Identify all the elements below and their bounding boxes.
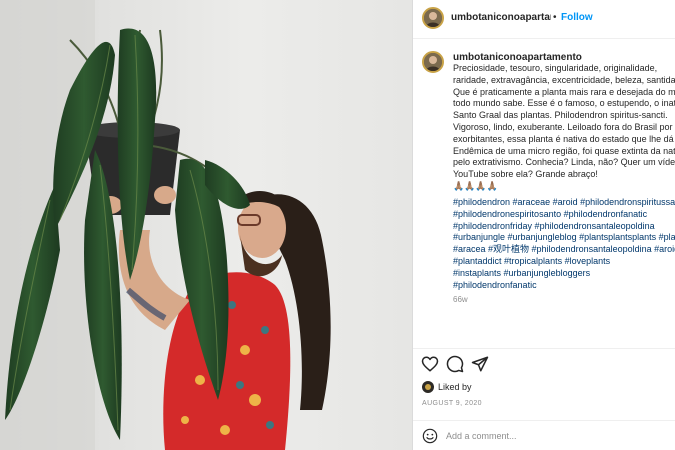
instagram-post: umbotaniconoapartame • Follow umbotanico… — [0, 0, 675, 450]
hashtag-line[interactable]: #instaplants #urbanjunglebloggers — [453, 268, 675, 280]
header-username[interactable]: umbotaniconoapartame — [451, 12, 551, 23]
caption-text: Preciosidade, tesouro, singularidade, or… — [453, 63, 675, 193]
hashtag-line[interactable]: #urbanjungle #urbanjungleblog #plantspla… — [453, 232, 675, 244]
post-photo[interactable] — [0, 0, 412, 450]
caption-username[interactable]: umbotaniconoapartamento — [453, 52, 582, 63]
action-bar — [413, 348, 675, 379]
caption-line: YouTube sobre ela? Grande abraço! — [453, 169, 598, 180]
caption-line: Endêmica de uma micro região, foi quase … — [453, 145, 675, 156]
hashtag-line[interactable]: #philodendronfriday #philodendronsantale… — [453, 221, 675, 233]
hashtag-line[interactable]: #plantaddict #tropicalplants #loveplants — [453, 256, 675, 268]
avatar-image — [424, 9, 442, 27]
post-header: umbotaniconoapartame • Follow — [413, 0, 675, 39]
caption-line: Santo Graal das plantas. Philodendron sp… — [453, 110, 668, 121]
smiley-icon[interactable] — [422, 428, 438, 444]
paper-plane-icon[interactable] — [471, 355, 489, 373]
comment-icon[interactable] — [446, 355, 464, 373]
post-date[interactable]: AUGUST 9, 2020 — [422, 400, 482, 407]
caption-age[interactable]: 66w — [453, 295, 468, 304]
post-side-panel: umbotaniconoapartame • Follow umbotanico… — [412, 0, 675, 450]
hashtags: #philodendron #araceae #aroid #philodend… — [453, 197, 675, 291]
separator-dot: • — [553, 12, 557, 23]
heart-icon[interactable] — [421, 355, 439, 373]
caption-line: Vigoroso, lindo, exuberante. Leiloado fo… — [453, 121, 675, 132]
comment-bar — [413, 420, 675, 450]
follow-button[interactable]: Follow — [561, 12, 593, 23]
caption-line: exorbitantes, essa planta é nativa do es… — [453, 133, 675, 144]
profile-avatar[interactable] — [422, 7, 444, 29]
liked-by-avatar[interactable] — [422, 381, 434, 393]
hashtag-line[interactable]: #aracea #观叶植物 #philodendronsantaleopoldi… — [453, 244, 675, 256]
liked-by-label[interactable]: Liked by — [438, 382, 472, 392]
plant-photo-illustration — [0, 0, 412, 450]
hashtag-line[interactable]: #philodendronfanatic — [453, 280, 675, 292]
caption-line: Que é praticamente a planta mais rara e … — [453, 86, 675, 97]
hashtag-line[interactable]: #philodendron #araceae #aroid #philodend… — [453, 197, 675, 209]
comment-input[interactable] — [446, 429, 656, 443]
caption-line: pelo extrativismo. Conhecia? Linda, não?… — [453, 157, 675, 168]
caption-avatar-image — [424, 53, 442, 71]
caption-line: Preciosidade, tesouro, singularidade, or… — [453, 63, 658, 73]
caption-avatar[interactable] — [422, 51, 444, 73]
caption-line: raridade, extravagância, excentricidade,… — [453, 74, 675, 85]
hashtag-line[interactable]: #philodendronespiritosanto #philodendron… — [453, 209, 675, 221]
caption-line-emoji: 🙏🏽🙏🏽🙏🏽🙏🏽 — [453, 180, 498, 191]
caption-line: todo mundo sabe. Esse é o famoso, o estu… — [453, 98, 675, 109]
